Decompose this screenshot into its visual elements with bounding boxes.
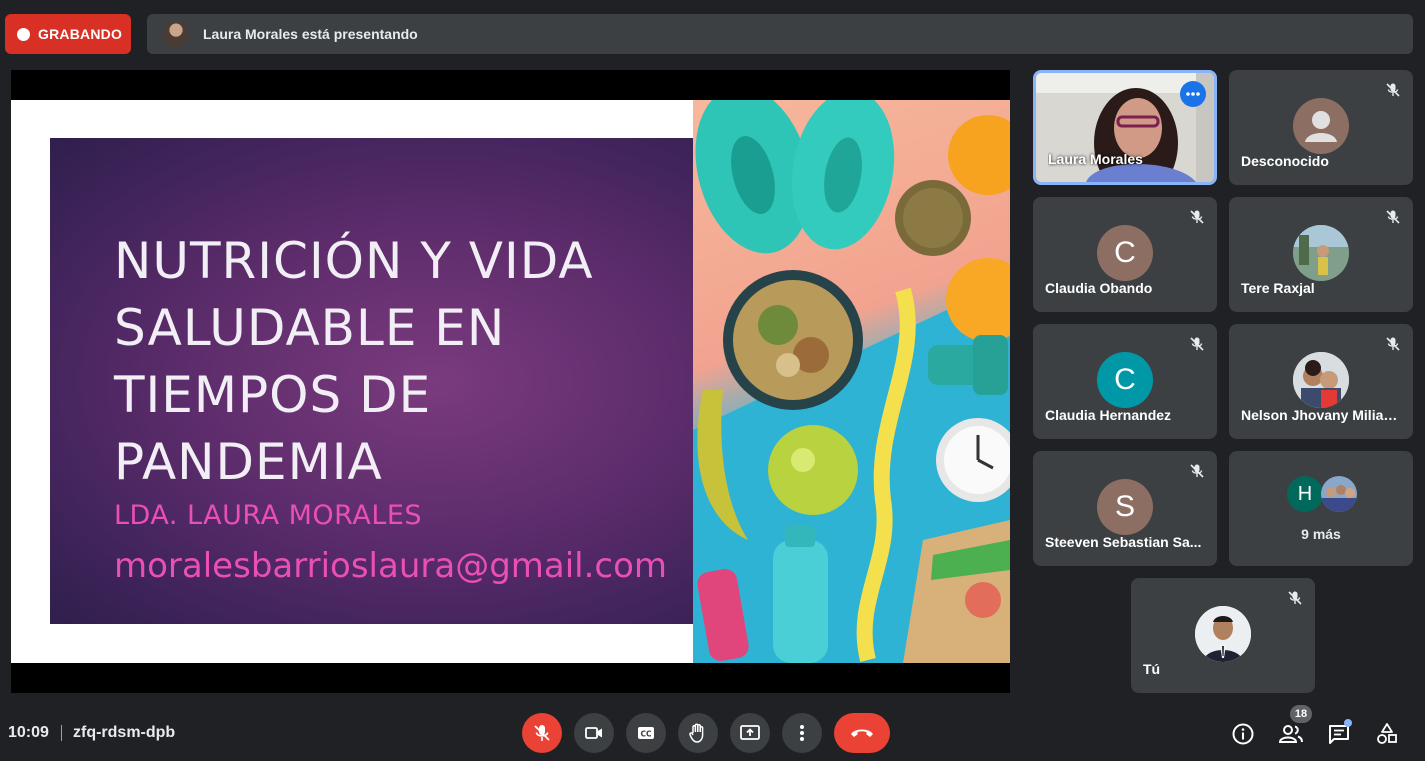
avatar: C [1097, 352, 1153, 408]
avatar: S [1097, 479, 1153, 535]
participant-tile-tere-raxjal[interactable]: Tere Raxjal [1229, 197, 1413, 312]
avatar-initial: C [1114, 363, 1136, 396]
mic-off-icon [1190, 210, 1204, 224]
captions-button[interactable]: CC [626, 713, 666, 753]
more-options-button[interactable] [1180, 81, 1206, 107]
svg-text:CC: CC [640, 730, 652, 739]
mic-off-icon [1190, 337, 1204, 351]
slide-subtitle: LDA. LAURA MORALES [114, 500, 423, 531]
participant-name: Tú [1143, 661, 1161, 677]
meeting-details-button[interactable] [1230, 721, 1256, 747]
presentation-stage: NUTRICIÓN Y VIDA SALUDABLE EN TIEMPOS DE… [11, 70, 1010, 693]
video-camera-icon [585, 727, 602, 739]
info-icon [1232, 723, 1254, 745]
recording-dot-icon [17, 27, 30, 41]
person-icon [1305, 111, 1337, 142]
presenting-text: Laura Morales está presentando [203, 26, 418, 42]
camera-toggle-button[interactable] [574, 713, 614, 753]
avatar-small-photo [1321, 476, 1357, 512]
avatar: C [1097, 225, 1153, 281]
participant-tile-laura-morales[interactable]: Laura Morales [1033, 70, 1217, 185]
mic-off-icon [534, 725, 550, 741]
healthy-food-illustration [693, 100, 1010, 663]
participant-name: Desconocido [1241, 153, 1329, 169]
avatar-photo [1195, 606, 1251, 662]
present-screen-icon [740, 725, 760, 740]
slide-title-panel: NUTRICIÓN Y VIDA SALUDABLE EN TIEMPOS DE… [50, 138, 693, 624]
participant-tile-desconocido[interactable]: Desconocido [1229, 70, 1413, 185]
more-vertical-icon [800, 725, 804, 741]
more-participants-label: 9 más [1301, 526, 1341, 542]
presenting-banner: Laura Morales está presentando [147, 14, 1413, 54]
chat-notification-dot [1344, 719, 1352, 727]
avatar-photo [1293, 352, 1349, 408]
participant-name: Steeven Sebastian Sa... [1045, 534, 1202, 550]
mic-off-icon [1288, 591, 1302, 605]
participant-name: Nelson Jhovany Milian... [1241, 407, 1401, 423]
participant-name: Tere Raxjal [1241, 280, 1315, 296]
mic-off-icon [1386, 83, 1400, 97]
participant-tile-claudia-obando[interactable]: C Claudia Obando [1033, 197, 1217, 312]
slide-email: moralesbarrioslaura@gmail.com [114, 546, 668, 586]
participant-tile-steeven-sebastian[interactable]: S Steeven Sebastian Sa... [1033, 451, 1217, 566]
activities-shapes-icon [1377, 723, 1397, 744]
closed-captions-icon: CC [638, 727, 654, 739]
recording-label: GRABANDO [38, 26, 123, 42]
raise-hand-button[interactable] [678, 713, 718, 753]
participant-name: Claudia Hernandez [1045, 407, 1172, 423]
mic-off-icon [1386, 210, 1400, 224]
present-screen-button[interactable] [730, 713, 770, 753]
slide-healthy-food-image [693, 100, 1010, 663]
meeting-clock: 10:09 [8, 724, 49, 741]
footer-separator [61, 725, 62, 741]
avatar [1293, 352, 1349, 408]
presenter-avatar [163, 21, 189, 47]
participants-button[interactable] [1278, 721, 1304, 747]
participant-tile-self[interactable]: Tú [1131, 578, 1315, 693]
mic-toggle-button[interactable] [522, 713, 562, 753]
slide: NUTRICIÓN Y VIDA SALUDABLE EN TIEMPOS DE… [11, 100, 1010, 663]
avatar [1195, 606, 1251, 662]
raise-hand-icon [689, 723, 704, 743]
participant-name: Claudia Obando [1045, 280, 1153, 296]
more-horizontal-icon [1186, 92, 1200, 96]
group-photo [1321, 476, 1357, 512]
end-call-button[interactable] [834, 713, 890, 753]
avatar-small: H [1287, 476, 1323, 512]
avatar [1293, 98, 1349, 154]
participant-tile-more[interactable]: H 9 más [1229, 451, 1413, 566]
more-options-button[interactable] [782, 713, 822, 753]
avatar-initial: C [1114, 236, 1136, 269]
participant-tile-nelson-jhovany[interactable]: Nelson Jhovany Milian... [1229, 324, 1413, 439]
participant-name: Laura Morales [1048, 151, 1143, 167]
slide-title: NUTRICIÓN Y VIDA SALUDABLE EN TIEMPOS DE… [114, 232, 594, 491]
avatar-initial: H [1297, 482, 1313, 505]
mic-off-icon [1386, 337, 1400, 351]
participant-tile-claudia-hernandez[interactable]: C Claudia Hernandez [1033, 324, 1217, 439]
meeting-code: zfq-rdsm-dpb [73, 724, 176, 741]
avatar [1293, 225, 1349, 281]
people-icon [1278, 725, 1303, 743]
mic-off-icon [1190, 464, 1204, 478]
participant-count-badge: 18 [1290, 705, 1312, 723]
end-call-icon [851, 729, 873, 737]
activities-button[interactable] [1374, 721, 1400, 747]
avatar-initial: S [1114, 490, 1135, 523]
recording-badge: GRABANDO [5, 14, 131, 54]
avatar-photo [1293, 225, 1349, 281]
